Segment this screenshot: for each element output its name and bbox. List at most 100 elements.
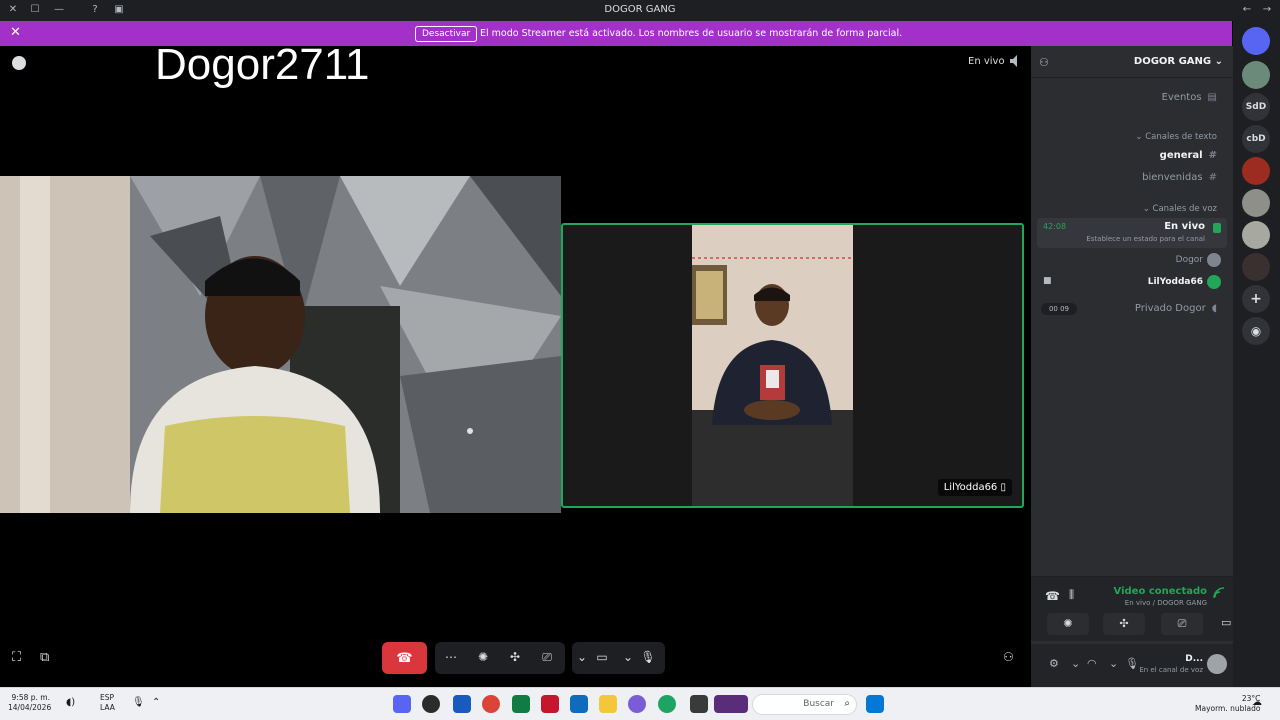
system-clock[interactable]: 9:58 p. m. 14/04/2026 bbox=[8, 693, 51, 713]
activities-button[interactable]: ✣ bbox=[1103, 613, 1145, 635]
microphone-tray-icon[interactable]: 🎙︎ bbox=[132, 697, 145, 708]
activities-icon[interactable]: ✣ bbox=[507, 650, 523, 666]
speaker-icon bbox=[1213, 223, 1221, 233]
connection-status: Video conectado bbox=[1113, 586, 1207, 597]
more-options-icon[interactable]: ⋯ bbox=[443, 650, 459, 666]
inbox-icon[interactable]: ▣ bbox=[112, 3, 126, 17]
store-icon[interactable] bbox=[570, 695, 588, 713]
game-taskbar-icon[interactable] bbox=[714, 695, 748, 713]
server-sdd[interactable]: SdD bbox=[1242, 93, 1270, 121]
effects-button[interactable]: ✺ bbox=[1047, 613, 1089, 635]
back-arrow-icon[interactable]: ← bbox=[1240, 3, 1254, 17]
language-indicator[interactable]: ESP LAA bbox=[100, 693, 115, 713]
voice-channel-live[interactable]: 42:08 En vivo Establece un estado para e… bbox=[1037, 218, 1227, 248]
server-header[interactable]: ⚇ DOGOR GANG ⌄ bbox=[1031, 46, 1233, 78]
maximize-window-icon[interactable]: ☐ bbox=[28, 3, 42, 17]
voice-user-lilyodda[interactable]: LilYodda66 bbox=[1148, 277, 1203, 287]
weather-widget[interactable]: 23°C Mayorm. nublado bbox=[1195, 694, 1260, 714]
remote-name-tag: LilYodda66 ▯ bbox=[937, 479, 1012, 496]
microphone-icon[interactable]: 🎙︎ bbox=[1125, 657, 1139, 670]
video-tile-local[interactable] bbox=[0, 176, 561, 513]
effects-icon[interactable]: ✺ bbox=[475, 650, 491, 666]
disconnect-button[interactable]: ☎ bbox=[382, 642, 427, 674]
app-taskbar-icon[interactable] bbox=[422, 695, 440, 713]
connection-location[interactable]: En vivo / DOGOR GANG bbox=[1125, 599, 1207, 607]
server-icon[interactable] bbox=[1242, 157, 1270, 185]
word-icon[interactable] bbox=[453, 695, 471, 713]
close-window-icon[interactable]: ✕ bbox=[6, 3, 20, 17]
server-icon[interactable] bbox=[1242, 189, 1270, 217]
noise-suppression-icon[interactable]: ⫼ bbox=[1069, 588, 1074, 602]
camera-options-chevron-icon[interactable]: ⌄ bbox=[574, 650, 590, 666]
mic-options-chevron-icon[interactable]: ⌄ bbox=[620, 650, 636, 666]
text-category[interactable]: ⌄ Canales de texto bbox=[1135, 132, 1217, 142]
volume-icon[interactable]: ◖) bbox=[66, 697, 75, 708]
share-screen-button[interactable]: ⎚ bbox=[1161, 613, 1203, 635]
popout-icon[interactable]: ⧉ bbox=[40, 650, 49, 665]
voice-channel-private[interactable]: Privado Dogor ◖ bbox=[1135, 303, 1217, 314]
discord-home-icon[interactable] bbox=[1242, 27, 1270, 55]
add-server-icon[interactable]: + bbox=[1242, 285, 1270, 313]
camera-off-icon[interactable]: ▭ bbox=[1221, 616, 1231, 629]
avatar bbox=[1207, 275, 1221, 289]
user-count-pill: 00 09 bbox=[1041, 303, 1077, 315]
channel-status-hint[interactable]: Establece un estado para el canal bbox=[1086, 235, 1205, 243]
deactivate-button[interactable]: Desactivar bbox=[415, 26, 478, 42]
events-item[interactable]: Eventos ▤ bbox=[1162, 92, 1217, 103]
remote-video-feed bbox=[692, 225, 853, 506]
server-icon[interactable] bbox=[1242, 61, 1270, 89]
voice-category[interactable]: ⌄ Canales de voz bbox=[1143, 204, 1217, 214]
fullscreen-icon[interactable]: ⛶ bbox=[12, 650, 21, 665]
server-cbd[interactable]: cbD bbox=[1242, 125, 1270, 153]
chevron-down-icon[interactable]: ⌄ bbox=[1071, 657, 1080, 670]
share-screen-icon[interactable]: ⎚ bbox=[539, 650, 555, 666]
voice-connection-panel: ☎ ⫼ Video conectado En vivo / DOGOR GANG… bbox=[1031, 576, 1233, 641]
settings-icon[interactable]: ⚙ bbox=[1049, 657, 1059, 670]
acrobat-icon[interactable] bbox=[541, 695, 559, 713]
call-stage: Dogor2711 En vivo LilYodda66 ▯ ⛶ ⧉ ☎ ⋯ ✺… bbox=[0, 40, 1030, 687]
forward-arrow-icon[interactable]: → bbox=[1260, 3, 1274, 17]
search-box[interactable]: Buscar ⌕ bbox=[752, 694, 857, 715]
copilot-icon[interactable] bbox=[628, 695, 646, 713]
avatar bbox=[1207, 253, 1221, 267]
hash-icon: # bbox=[1208, 150, 1217, 161]
voice-user-dogor[interactable]: Dogor bbox=[1176, 255, 1203, 265]
discover-icon[interactable]: ◉ bbox=[1242, 317, 1270, 345]
stream-overlay-name: Dogor2711 bbox=[155, 40, 370, 89]
search-placeholder: Buscar bbox=[803, 699, 834, 709]
server-icon[interactable] bbox=[1242, 253, 1270, 281]
invite-people-icon[interactable]: ⚇ bbox=[1003, 650, 1014, 664]
speaker-icon: ◖ bbox=[1211, 303, 1217, 314]
edge-icon[interactable] bbox=[658, 695, 676, 713]
app-taskbar-icon[interactable] bbox=[690, 695, 708, 713]
file-explorer-icon[interactable] bbox=[599, 695, 617, 713]
channel-general[interactable]: general # bbox=[1160, 150, 1217, 161]
camera-off-icon[interactable]: ▭ bbox=[594, 650, 610, 666]
help-icon[interactable]: ? bbox=[88, 3, 102, 17]
avatar[interactable] bbox=[1207, 654, 1227, 674]
channel-bienvenidas[interactable]: bienvenidas # bbox=[1142, 172, 1217, 183]
chevron-up-icon[interactable]: ⌃ bbox=[152, 697, 160, 708]
live-timer: 42:08 bbox=[1043, 222, 1067, 231]
signal-icon bbox=[1213, 587, 1225, 599]
remote-camera-image bbox=[692, 225, 853, 506]
disconnect-icon[interactable]: ☎ bbox=[1045, 589, 1060, 603]
add-user-icon[interactable]: ⚇ bbox=[1039, 56, 1049, 69]
chat-icon[interactable] bbox=[12, 56, 26, 70]
av-controls: ⌄ ▭ ⌄ 🎙︎ bbox=[572, 642, 665, 674]
start-menu-icon[interactable] bbox=[866, 695, 884, 713]
server-icon[interactable] bbox=[1242, 221, 1270, 249]
activity-controls: ⋯ ✺ ✣ ⎚ bbox=[435, 642, 565, 674]
video-tile-remote[interactable]: LilYodda66 ▯ bbox=[561, 223, 1024, 508]
minimize-window-icon[interactable]: — bbox=[52, 3, 66, 17]
chrome-icon[interactable] bbox=[482, 695, 500, 713]
headphones-icon[interactable]: ◠ bbox=[1087, 657, 1097, 670]
window-title: DOGOR GANG bbox=[604, 4, 676, 15]
excel-icon[interactable] bbox=[512, 695, 530, 713]
channel-sidebar: ⚇ DOGOR GANG ⌄ Eventos ▤ ⌄ Canales de tex… bbox=[1031, 46, 1233, 687]
close-banner-icon[interactable]: ✕ bbox=[10, 25, 21, 40]
discord-taskbar-icon[interactable] bbox=[393, 695, 411, 713]
chevron-down-icon[interactable]: ⌄ bbox=[1109, 657, 1118, 670]
microphone-icon[interactable]: 🎙︎ bbox=[640, 650, 656, 666]
remote-name: LilYodda66 bbox=[943, 482, 998, 493]
